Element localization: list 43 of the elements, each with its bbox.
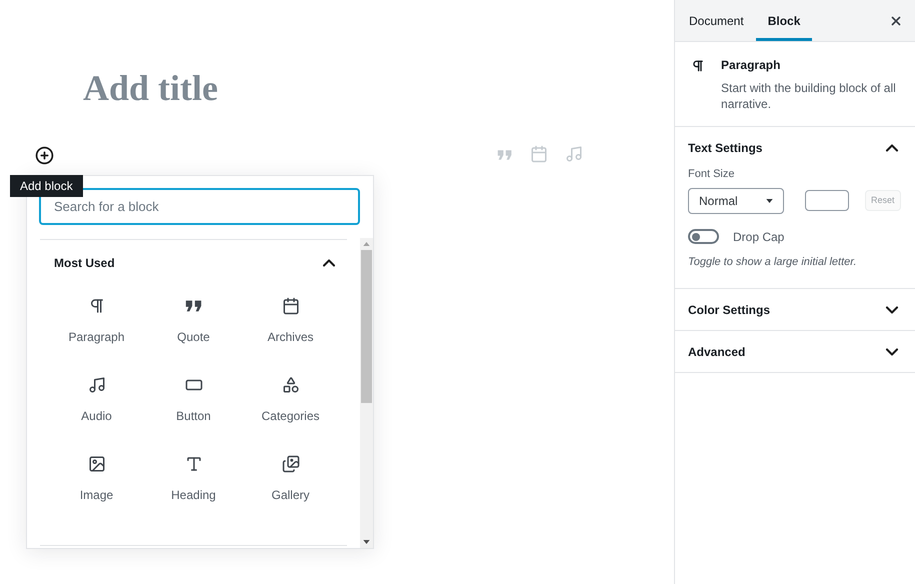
help-text: Toggle to show a large initial letter. xyxy=(688,254,858,270)
calendar-icon xyxy=(282,296,300,314)
font-size-input[interactable] xyxy=(805,190,849,211)
block-item[interactable]: Image xyxy=(48,443,145,515)
calendar-icon[interactable] xyxy=(530,145,548,163)
font-size-select[interactable]: Normal xyxy=(688,188,784,214)
scroll-down-arrow-icon[interactable] xyxy=(363,540,370,544)
music-note-icon xyxy=(88,376,106,394)
block-item[interactable]: Archives xyxy=(242,285,339,357)
block-item[interactable]: Gallery xyxy=(242,443,339,515)
sidebar-tab[interactable]: Document xyxy=(677,3,756,41)
reset-button: Reset xyxy=(865,190,901,211)
section-header[interactable]: Most Used xyxy=(40,240,347,285)
block-item[interactable]: Audio xyxy=(48,364,145,436)
dropdown-caret-icon xyxy=(766,198,773,202)
panel-header[interactable]: Text Settings xyxy=(675,127,915,168)
toggle-label: Drop Cap xyxy=(733,228,784,246)
close-button[interactable] xyxy=(889,14,903,28)
tooltip: Add block xyxy=(10,175,83,197)
block-item[interactable]: Paragraph xyxy=(48,285,145,357)
shapes-icon xyxy=(282,376,300,394)
panel-header[interactable]: Advanced xyxy=(675,331,915,372)
music-note-icon[interactable] xyxy=(565,145,583,163)
scrollbar-thumb[interactable] xyxy=(361,250,372,403)
block-item[interactable]: Categories xyxy=(242,364,339,436)
image-icon xyxy=(88,454,106,472)
scrollbar[interactable] xyxy=(360,238,373,548)
field-label: Font Size xyxy=(688,167,736,182)
quote-icon[interactable] xyxy=(497,149,513,161)
close-icon xyxy=(889,14,903,28)
title-field[interactable]: Add title xyxy=(83,66,674,110)
plus-circle-icon xyxy=(34,146,54,164)
scroll-up-arrow-icon[interactable] xyxy=(363,242,370,246)
sidebar-tab[interactable]: Block xyxy=(756,3,812,41)
letter-t-icon xyxy=(184,454,202,472)
block-title: Paragraph xyxy=(721,57,782,74)
block-item[interactable]: Heading xyxy=(145,443,242,515)
block-item[interactable]: Button xyxy=(145,364,242,436)
toggle-switch[interactable] xyxy=(688,229,719,244)
gallery-icon xyxy=(282,454,300,472)
block-item[interactable]: Quote xyxy=(145,285,242,357)
block-description: Start with the building block of all narrative. xyxy=(721,80,897,112)
panel-header[interactable]: Color Settings xyxy=(675,289,915,330)
